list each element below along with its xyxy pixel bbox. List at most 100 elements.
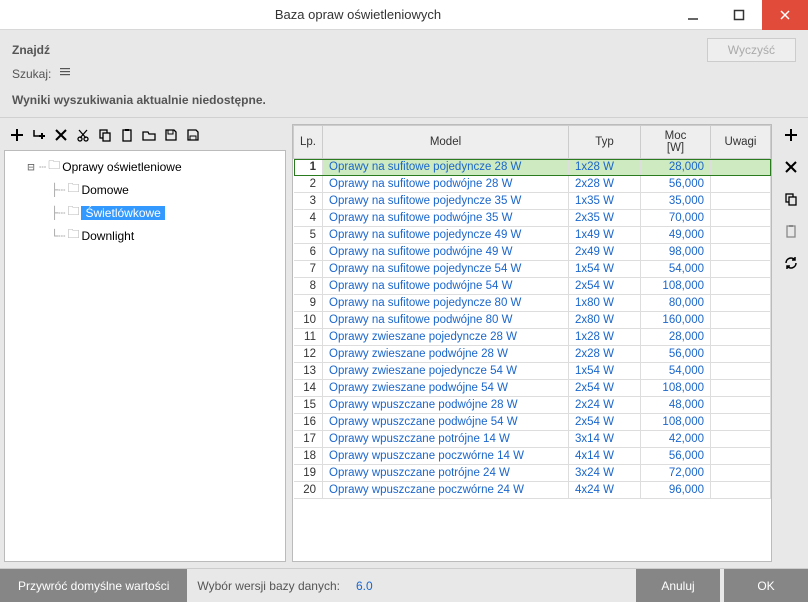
cell-moc[interactable]: 54,000 xyxy=(641,261,711,278)
cell-moc[interactable]: 48,000 xyxy=(641,397,711,414)
cell-typ[interactable]: 2x80 W xyxy=(569,312,641,329)
cell-moc[interactable]: 98,000 xyxy=(641,244,711,261)
table-row[interactable]: 7Oprawy na sufitowe pojedyncze 54 W1x54 … xyxy=(294,261,771,278)
cell-model[interactable]: Oprawy na sufitowe podwójne 80 W xyxy=(323,312,569,329)
cell-uwagi[interactable] xyxy=(711,346,771,363)
cell-moc[interactable]: 28,000 xyxy=(641,329,711,346)
cell-uwagi[interactable] xyxy=(711,431,771,448)
table-row[interactable]: 10Oprawy na sufitowe podwójne 80 W2x80 W… xyxy=(294,312,771,329)
cell-model[interactable]: Oprawy zwieszane pojedyncze 28 W xyxy=(323,329,569,346)
cell-model[interactable]: Oprawy na sufitowe pojedyncze 54 W xyxy=(323,261,569,278)
cell-typ[interactable]: 2x54 W xyxy=(569,414,641,431)
cell-typ[interactable]: 2x35 W xyxy=(569,210,641,227)
col-typ[interactable]: Typ xyxy=(569,126,641,159)
cell-moc[interactable]: 28,000 xyxy=(641,159,711,176)
cell-typ[interactable]: 4x14 W xyxy=(569,448,641,465)
maximize-button[interactable] xyxy=(716,0,762,30)
restore-defaults-button[interactable]: Przywróć domyślne wartości xyxy=(0,569,187,602)
open-icon[interactable] xyxy=(140,126,158,144)
collapse-icon[interactable]: ⊟ xyxy=(25,160,37,174)
cell-typ[interactable]: 1x35 W xyxy=(569,193,641,210)
row-refresh-icon[interactable] xyxy=(780,252,802,274)
cancel-button[interactable]: Anuluj xyxy=(636,569,720,602)
cell-uwagi[interactable] xyxy=(711,210,771,227)
tree-root[interactable]: ⊟ ┄ 🗀 Oprawy oświetleniowe xyxy=(7,155,283,178)
tree-item[interactable]: ├┄ 🗀 Domowe xyxy=(7,178,283,201)
tree-item[interactable]: └┄ 🗀 Downlight xyxy=(7,224,283,247)
cell-typ[interactable]: 2x49 W xyxy=(569,244,641,261)
cell-moc[interactable]: 56,000 xyxy=(641,448,711,465)
cell-moc[interactable]: 35,000 xyxy=(641,193,711,210)
cell-model[interactable]: Oprawy na sufitowe pojedyncze 28 W xyxy=(323,159,569,176)
cell-uwagi[interactable] xyxy=(711,193,771,210)
cell-typ[interactable]: 2x28 W xyxy=(569,176,641,193)
cell-model[interactable]: Oprawy na sufitowe podwójne 35 W xyxy=(323,210,569,227)
row-paste-icon[interactable] xyxy=(780,220,802,242)
ok-button[interactable]: OK xyxy=(724,569,808,602)
cell-model[interactable]: Oprawy wpuszczane poczwórne 14 W xyxy=(323,448,569,465)
cell-moc[interactable]: 108,000 xyxy=(641,278,711,295)
cell-typ[interactable]: 2x54 W xyxy=(569,278,641,295)
cell-typ[interactable]: 3x24 W xyxy=(569,465,641,482)
add-icon[interactable] xyxy=(8,126,26,144)
cell-uwagi[interactable] xyxy=(711,244,771,261)
cell-model[interactable]: Oprawy wpuszczane poczwórne 24 W xyxy=(323,482,569,499)
cell-typ[interactable]: 1x54 W xyxy=(569,261,641,278)
table-row[interactable]: 20Oprawy wpuszczane poczwórne 24 W4x24 W… xyxy=(294,482,771,499)
cell-moc[interactable]: 108,000 xyxy=(641,380,711,397)
cell-model[interactable]: Oprawy na sufitowe pojedyncze 35 W xyxy=(323,193,569,210)
cell-uwagi[interactable] xyxy=(711,261,771,278)
cell-model[interactable]: Oprawy wpuszczane podwójne 28 W xyxy=(323,397,569,414)
search-options-icon[interactable] xyxy=(59,66,71,81)
cell-typ[interactable]: 1x80 W xyxy=(569,295,641,312)
save-as-icon[interactable] xyxy=(184,126,202,144)
cell-uwagi[interactable] xyxy=(711,159,771,176)
db-version-value[interactable]: 6.0 xyxy=(350,569,379,602)
table-row[interactable]: 3Oprawy na sufitowe pojedyncze 35 W1x35 … xyxy=(294,193,771,210)
cell-moc[interactable]: 96,000 xyxy=(641,482,711,499)
table-row[interactable]: 1Oprawy na sufitowe pojedyncze 28 W1x28 … xyxy=(294,159,771,176)
table-row[interactable]: 5Oprawy na sufitowe pojedyncze 49 W1x49 … xyxy=(294,227,771,244)
table-row[interactable]: 2Oprawy na sufitowe podwójne 28 W2x28 W5… xyxy=(294,176,771,193)
cell-moc[interactable]: 54,000 xyxy=(641,363,711,380)
cell-typ[interactable]: 2x24 W xyxy=(569,397,641,414)
table-row[interactable]: 19Oprawy wpuszczane potrójne 24 W3x24 W7… xyxy=(294,465,771,482)
cell-uwagi[interactable] xyxy=(711,397,771,414)
cell-uwagi[interactable] xyxy=(711,312,771,329)
table-row[interactable]: 4Oprawy na sufitowe podwójne 35 W2x35 W7… xyxy=(294,210,771,227)
table-row[interactable]: 8Oprawy na sufitowe podwójne 54 W2x54 W1… xyxy=(294,278,771,295)
table-row[interactable]: 9Oprawy na sufitowe pojedyncze 80 W1x80 … xyxy=(294,295,771,312)
cell-moc[interactable]: 56,000 xyxy=(641,346,711,363)
cell-uwagi[interactable] xyxy=(711,363,771,380)
cell-uwagi[interactable] xyxy=(711,380,771,397)
table-row[interactable]: 18Oprawy wpuszczane poczwórne 14 W4x14 W… xyxy=(294,448,771,465)
cell-uwagi[interactable] xyxy=(711,176,771,193)
cell-model[interactable]: Oprawy na sufitowe pojedyncze 80 W xyxy=(323,295,569,312)
tree-item[interactable]: ├┄ 🗀 Świetlówkowe xyxy=(7,201,283,224)
cell-typ[interactable]: 1x28 W xyxy=(569,159,641,176)
cell-typ[interactable]: 1x54 W xyxy=(569,363,641,380)
cell-moc[interactable]: 42,000 xyxy=(641,431,711,448)
cell-typ[interactable]: 2x54 W xyxy=(569,380,641,397)
cell-typ[interactable]: 4x24 W xyxy=(569,482,641,499)
cell-moc[interactable]: 49,000 xyxy=(641,227,711,244)
cell-typ[interactable]: 1x49 W xyxy=(569,227,641,244)
cell-moc[interactable]: 108,000 xyxy=(641,414,711,431)
cell-model[interactable]: Oprawy wpuszczane podwójne 54 W xyxy=(323,414,569,431)
cell-model[interactable]: Oprawy zwieszane pojedyncze 54 W xyxy=(323,363,569,380)
copy-icon[interactable] xyxy=(96,126,114,144)
row-copy-icon[interactable] xyxy=(780,188,802,210)
col-lp[interactable]: Lp. xyxy=(294,126,323,159)
data-grid[interactable]: Lp. Model Typ Moc [W] Uwagi 1Oprawy na s… xyxy=(292,124,772,562)
table-row[interactable]: 12Oprawy zwieszane podwójne 28 W2x28 W56… xyxy=(294,346,771,363)
delete-icon[interactable] xyxy=(52,126,70,144)
tree-view[interactable]: ⊟ ┄ 🗀 Oprawy oświetleniowe ├┄ 🗀 Domowe├┄… xyxy=(4,150,286,562)
cut-icon[interactable] xyxy=(74,126,92,144)
cell-uwagi[interactable] xyxy=(711,295,771,312)
table-row[interactable]: 6Oprawy na sufitowe podwójne 49 W2x49 W9… xyxy=(294,244,771,261)
cell-uwagi[interactable] xyxy=(711,329,771,346)
cell-typ[interactable]: 2x28 W xyxy=(569,346,641,363)
cell-moc[interactable]: 70,000 xyxy=(641,210,711,227)
cell-moc[interactable]: 160,000 xyxy=(641,312,711,329)
cell-model[interactable]: Oprawy na sufitowe podwójne 28 W xyxy=(323,176,569,193)
